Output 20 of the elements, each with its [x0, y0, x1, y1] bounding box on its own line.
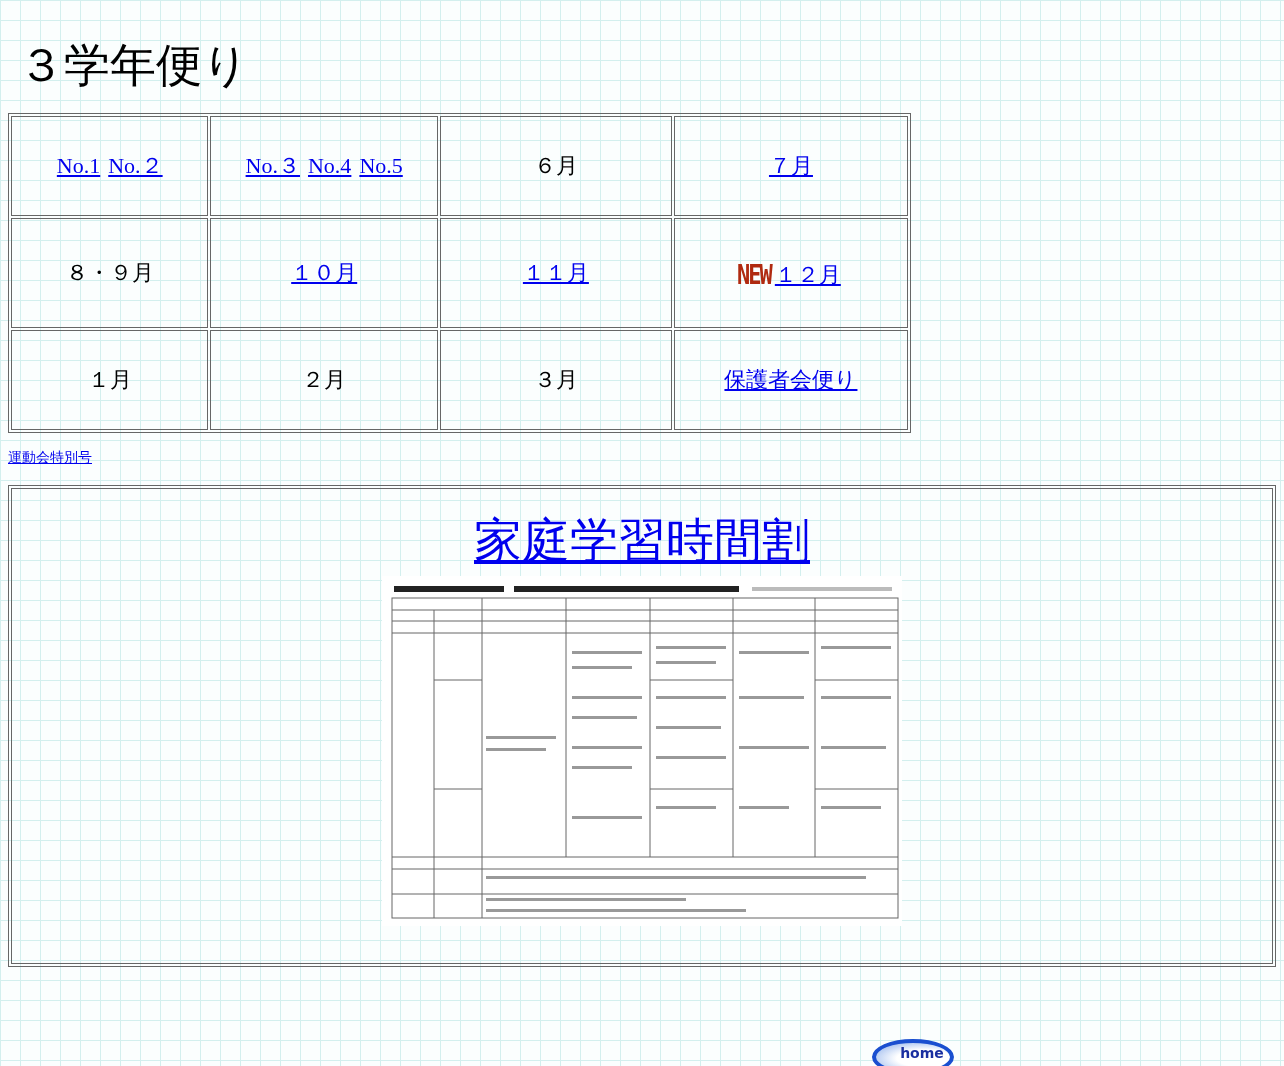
- month-label: ３月: [533, 367, 578, 393]
- month-label: ２月: [302, 367, 347, 393]
- month-link[interactable]: １０月: [291, 260, 358, 286]
- month-link[interactable]: 保護者会便り: [724, 367, 858, 393]
- month-link[interactable]: １２月: [774, 262, 841, 288]
- month-label: ８・９月: [65, 260, 154, 286]
- new-label: NEW: [737, 259, 771, 290]
- month-link[interactable]: No.4: [308, 153, 352, 179]
- special-issue-link[interactable]: 運動会特別号: [8, 449, 92, 468]
- timetable-link[interactable]: 家庭学習時間割: [474, 512, 810, 570]
- month-link[interactable]: No.３: [245, 153, 300, 179]
- month-link[interactable]: No.1: [56, 153, 101, 179]
- home-button[interactable]: home: [872, 1039, 954, 1066]
- month-label: １月: [87, 367, 132, 393]
- month-link[interactable]: ７月: [768, 153, 813, 179]
- month-link[interactable]: １１月: [522, 260, 589, 286]
- month-link[interactable]: No.5: [359, 153, 403, 179]
- month-link[interactable]: No.２: [108, 153, 163, 179]
- month-label: ６月: [533, 153, 578, 179]
- page-title: ３学年便り: [17, 37, 249, 94]
